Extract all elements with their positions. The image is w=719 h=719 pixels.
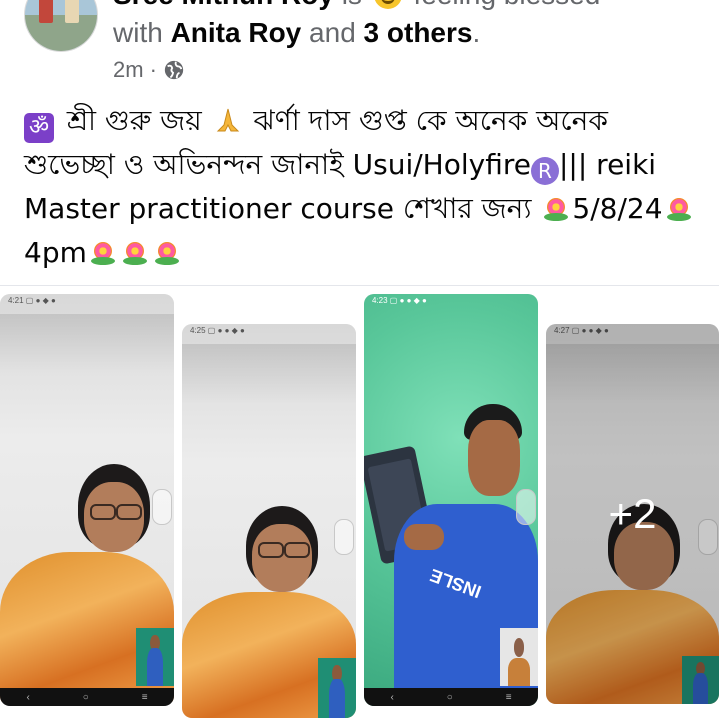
- nav-back-icon: ‹: [26, 691, 30, 703]
- flower-icon: [121, 239, 149, 267]
- author-line: Sree Mithun Roy is feeling blessed: [113, 0, 600, 12]
- tagged-person[interactable]: Anita Roy: [171, 17, 302, 48]
- pip-video: [136, 628, 174, 686]
- flower-icon: [665, 195, 693, 223]
- nav-bar: ‹ ○ ≡: [364, 688, 538, 706]
- post-meta: 2m ·: [113, 56, 185, 84]
- more-photos-overlay[interactable]: +2: [546, 324, 719, 704]
- nav-back-icon: ‹: [390, 691, 394, 703]
- more-photos-count: +2: [608, 490, 657, 537]
- smile-emoji-icon: [373, 0, 402, 9]
- divider: [0, 285, 719, 286]
- post-text-segment: 5/8/24: [572, 192, 663, 225]
- post-text-segment: শুভেচ্ছা ও অভিনন্দন জানাই Usui/Holyfire: [24, 148, 531, 181]
- nav-recent-icon: ≡: [505, 691, 512, 703]
- photo-2[interactable]: 4:25 ▢ ● ● ◆ ●: [182, 324, 356, 718]
- avatar[interactable]: [24, 0, 98, 52]
- post-text-segment: Master practitioner course শেখার জন্য: [24, 192, 532, 225]
- author-name[interactable]: Sree Mithun Roy: [113, 0, 334, 10]
- pip-video: [500, 628, 538, 686]
- period: .: [472, 17, 481, 48]
- nav-bar: ‹ ○ ≡: [0, 688, 174, 706]
- photo-1[interactable]: 4:21 ▢ ● ◆ ● ‹ ○ ≡: [0, 294, 174, 706]
- status-bar: 4:23 ▢ ● ● ◆ ●: [372, 296, 427, 305]
- tagged-line: with Anita Roy and 3 others.: [113, 16, 480, 50]
- om-icon: ॐ: [24, 113, 54, 143]
- post-header: Sree Mithun Roy is feeling blessed with …: [0, 0, 719, 95]
- flower-icon: [542, 195, 570, 223]
- tagged-others[interactable]: 3 others: [364, 17, 473, 48]
- meta-dot: ·: [149, 57, 157, 82]
- globe-icon: [164, 60, 184, 80]
- flower-icon: [89, 239, 117, 267]
- status-bar: 4:25 ▢ ● ● ◆ ●: [190, 326, 245, 335]
- post-text-segment: শ্রী গুরু জয়: [66, 104, 202, 137]
- pip-video: [318, 658, 356, 718]
- nav-home-icon: ○: [82, 691, 89, 703]
- pray-icon: [216, 108, 239, 132]
- nav-home-icon: ○: [446, 691, 453, 703]
- flower-icon: [153, 239, 181, 267]
- post-time[interactable]: 2m: [113, 56, 144, 84]
- post-text: ॐ শ্রী গুরু জয় ঝর্ণা দাস গুপ্ত কে অনেক …: [24, 99, 704, 275]
- post-text-segment: ঝর্ণা দাস গুপ্ত কে অনেক অনেক: [253, 104, 608, 137]
- post-text-segment: ||| reiki: [558, 148, 657, 181]
- and-text: and: [309, 17, 356, 48]
- status-bar: 4:21 ▢ ● ◆ ●: [8, 296, 56, 305]
- post-text-segment: 4pm: [24, 236, 87, 269]
- camera-switch-icon: [516, 489, 536, 525]
- feeling-text: feeling blessed: [414, 0, 601, 10]
- photo-3[interactable]: 4:23 ▢ ● ● ◆ ● INSLE ‹ ○ ≡: [364, 294, 538, 706]
- registered-icon: R: [530, 157, 559, 185]
- nav-recent-icon: ≡: [141, 691, 148, 703]
- feeling-prefix: is: [342, 0, 362, 10]
- with-prefix: with: [113, 17, 163, 48]
